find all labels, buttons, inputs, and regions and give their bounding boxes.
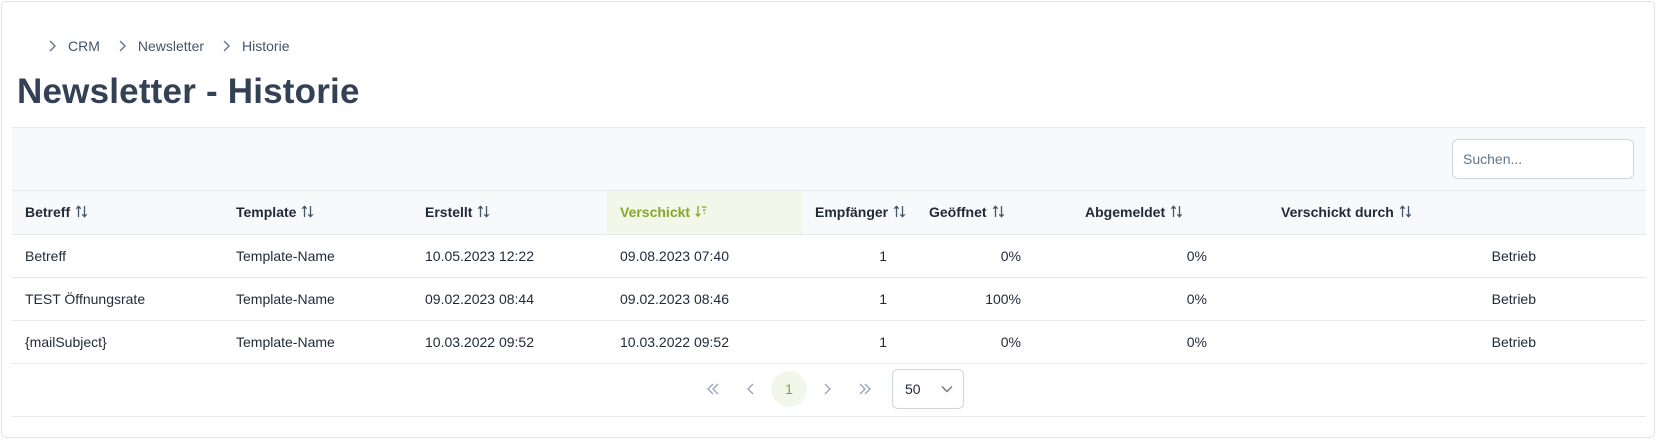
table-row[interactable]: {mailSubject} Template-Name 10.03.2022 09:… xyxy=(12,320,1646,363)
column-header-7[interactable]: Verschickt durch xyxy=(1253,191,1646,235)
newsletter-history-table: Betreff Template Erstellt Verschickt Empfäng… xyxy=(12,127,1646,364)
column-header-3[interactable]: Verschickt xyxy=(607,191,802,235)
table-cell: 0% xyxy=(1186,333,1207,350)
table-cell: Betrieb xyxy=(1491,290,1536,307)
chevrons-right-icon xyxy=(859,383,871,394)
table-cell: Template-Name xyxy=(236,247,335,264)
table-cell: 0% xyxy=(1000,333,1021,350)
column-header-label: Abgemeldet xyxy=(1085,203,1166,220)
table-cell: 10.03.2022 09:52 xyxy=(425,333,534,350)
column-header-1[interactable]: Template xyxy=(223,191,412,235)
table-cell: 0% xyxy=(1000,247,1021,264)
table-cell: 0% xyxy=(1186,247,1207,264)
breadcrumb-label: CRM xyxy=(68,38,100,54)
page-button-current[interactable]: 1 xyxy=(771,370,807,407)
table-cell: 10.05.2023 12:22 xyxy=(425,247,534,264)
table-cell: Betrieb xyxy=(1491,247,1536,264)
column-header-0[interactable]: Betreff xyxy=(12,191,223,235)
table-cell: 100% xyxy=(985,290,1021,307)
sort-icon xyxy=(1399,205,1412,221)
sort-icon xyxy=(477,205,490,221)
sort-icon xyxy=(893,205,906,221)
column-header-label: Erstellt xyxy=(425,203,473,220)
column-header-5[interactable]: Geöffnet xyxy=(905,191,1071,235)
rows-per-page-select[interactable]: 50 xyxy=(892,368,964,409)
chevron-right-icon xyxy=(112,36,132,56)
column-header-label: Empfänger xyxy=(815,203,889,220)
table-cell: 1 xyxy=(879,290,887,307)
breadcrumb-label: Newsletter xyxy=(137,38,205,54)
column-header-label: Geöffnet xyxy=(929,203,987,220)
column-header-2[interactable]: Erstellt xyxy=(412,191,607,235)
breadcrumb: CRM Newsletter Historie xyxy=(42,36,302,56)
column-header-4[interactable]: Empfänger xyxy=(802,191,906,235)
column-header-label: Verschickt durch xyxy=(1281,203,1394,220)
breadcrumb-label: Historie xyxy=(242,38,290,54)
data-table: Betreff Template Erstellt Verschickt Empfäng… xyxy=(12,191,1646,364)
table-cell: 0% xyxy=(1186,290,1207,307)
chevron-right-icon xyxy=(216,36,236,56)
rows-per-page-value: 50 xyxy=(905,380,921,397)
sort-icon xyxy=(992,205,1005,221)
first-page-button[interactable] xyxy=(695,371,731,407)
table-cell: Betreff xyxy=(25,247,66,264)
table-cell: 1 xyxy=(879,333,887,350)
table-cell: Template-Name xyxy=(236,290,335,307)
table-row[interactable]: Betreff Template-Name 10.05.2023 12:22 09.0… xyxy=(12,234,1646,277)
table-cell: 09.08.2023 07:40 xyxy=(620,247,729,264)
sort-icon xyxy=(75,205,88,221)
table-body: Betreff Template-Name 10.05.2023 12:22 09.0… xyxy=(12,234,1646,363)
search-input[interactable] xyxy=(1452,139,1634,179)
table-toolbar xyxy=(12,128,1646,191)
column-header-6[interactable]: Abgemeldet xyxy=(1071,191,1253,235)
table-cell: {mailSubject} xyxy=(25,333,107,350)
table-cell: Template-Name xyxy=(236,333,335,350)
chevron-right-icon xyxy=(824,383,831,394)
column-header-label: Verschickt xyxy=(620,203,691,220)
sort-icon xyxy=(301,205,314,221)
table-header-row: Betreff Template Erstellt Verschickt Empfäng… xyxy=(12,191,1646,235)
table-cell: 09.02.2023 08:46 xyxy=(620,290,729,307)
sort-desc-icon xyxy=(695,205,707,221)
breadcrumb-item-newsletter[interactable]: Newsletter xyxy=(112,36,216,56)
chevron-down-icon xyxy=(941,385,953,392)
table-cell: 10.03.2022 09:52 xyxy=(620,333,729,350)
table-cell: 09.02.2023 08:44 xyxy=(425,290,534,307)
table-cell: 1 xyxy=(879,247,887,264)
column-header-label: Template xyxy=(236,203,297,220)
breadcrumb-item-historie[interactable]: Historie xyxy=(216,36,301,56)
pagination: 1 50 xyxy=(12,361,1646,417)
prev-page-button[interactable] xyxy=(733,371,769,407)
breadcrumb-item-crm[interactable]: CRM xyxy=(42,36,112,56)
table-row[interactable]: TEST Öffnungsrate Template-Name 09.02.2023… xyxy=(12,277,1646,320)
chevron-right-icon xyxy=(42,36,62,56)
chevrons-left-icon xyxy=(707,383,719,394)
table-cell: Betrieb xyxy=(1491,333,1536,350)
chevron-left-icon xyxy=(747,383,754,394)
page-title: Newsletter - Historie xyxy=(17,72,360,111)
sort-icon xyxy=(1170,205,1183,221)
table-cell: TEST Öffnungsrate xyxy=(25,290,146,307)
next-page-button[interactable] xyxy=(809,371,845,407)
last-page-button[interactable] xyxy=(847,371,883,407)
column-header-label: Betreff xyxy=(25,203,71,220)
